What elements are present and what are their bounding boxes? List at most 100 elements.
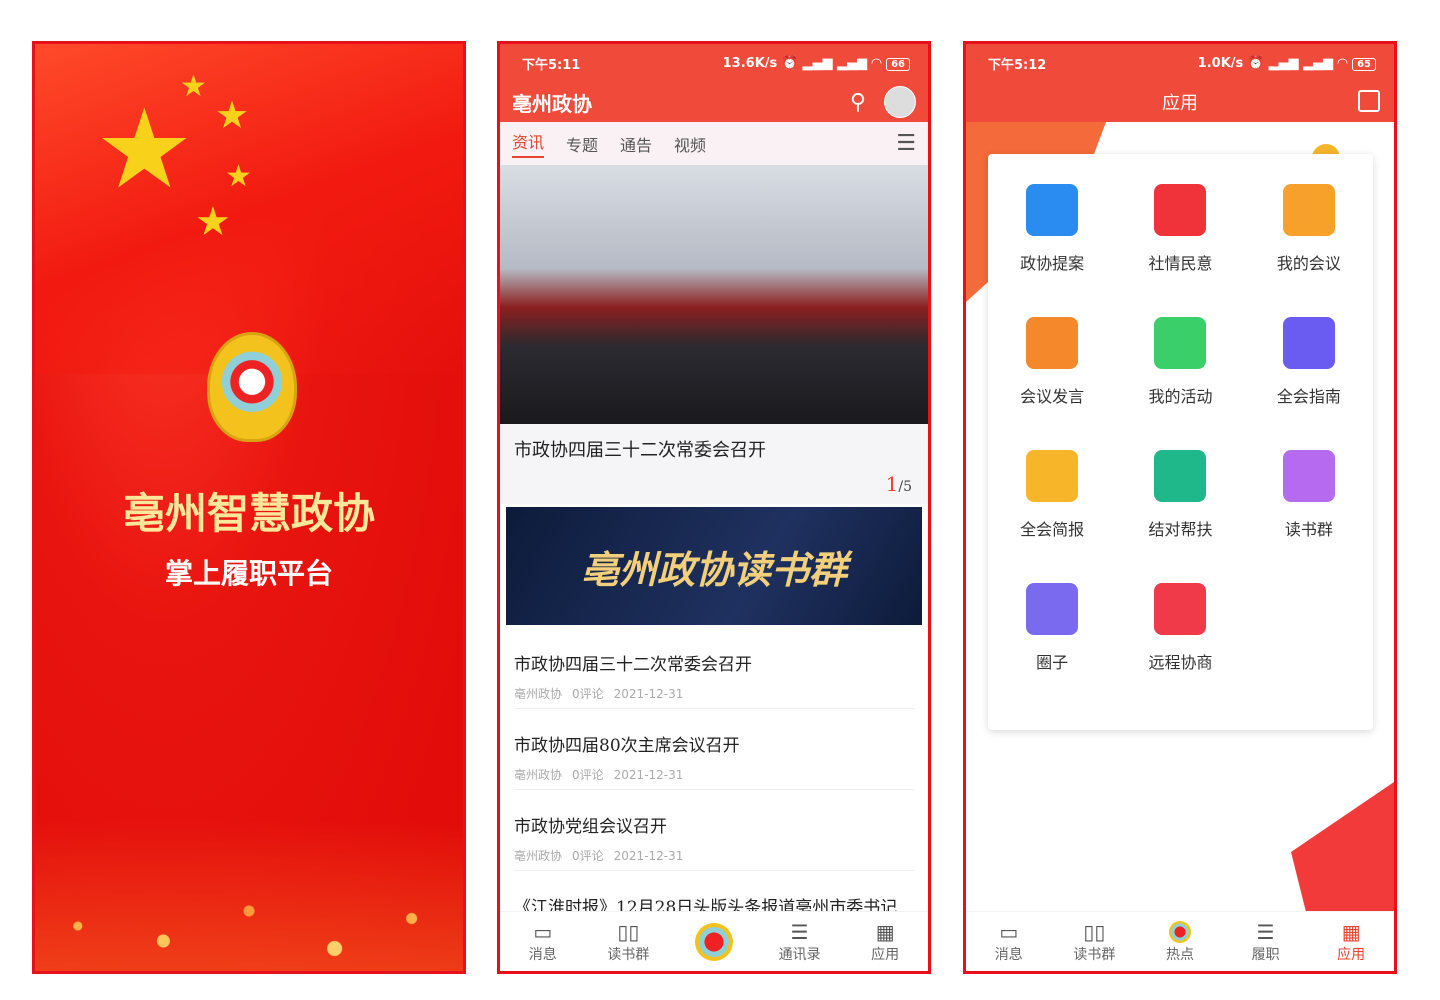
- app-logo: 亳州政协: [512, 91, 592, 116]
- star-icon: ★: [225, 159, 252, 194]
- nav-contacts[interactable]: ☰ 通讯录: [770, 920, 830, 964]
- status-time: 下午5:11: [522, 57, 581, 73]
- app-item[interactable]: 远程协商: [1116, 583, 1244, 716]
- star-icon: ★: [195, 199, 231, 245]
- app-icon: [1282, 317, 1335, 369]
- menu-icon[interactable]: ☰: [896, 131, 916, 156]
- nav-apps[interactable]: ▦ 应用: [1321, 920, 1381, 964]
- splash-screen: ★ ★ ★ ★ ★ 亳州智慧政协 掌上履职平台: [32, 41, 466, 974]
- nav-hot[interactable]: 热点: [1150, 920, 1210, 964]
- nav-messages[interactable]: ▭ 消息: [513, 920, 573, 964]
- bottom-nav: ▭ 消息 ▯▯ 读书群 ☰ 通讯录 ▦ 应用: [500, 911, 928, 971]
- nav-home[interactable]: [684, 922, 744, 961]
- category-tabs: 资讯 专题 通告 视频 ☰: [500, 122, 928, 165]
- wifi-icon: ◠: [1337, 55, 1348, 71]
- app-icon: [1154, 184, 1207, 236]
- nav-messages[interactable]: ▭ 消息: [979, 920, 1039, 964]
- app-subtitle: 掌上履职平台: [164, 557, 333, 590]
- app-icon: [1026, 583, 1079, 635]
- app-item[interactable]: 全会简报: [988, 450, 1116, 583]
- carousel-title: 市政协四届三十二次常委会召开: [514, 440, 766, 461]
- search-icon[interactable]: ⚲: [850, 90, 866, 115]
- app-item[interactable]: 全会指南: [1245, 317, 1373, 450]
- status-bar: 下午5:12 1.0K/s ⏰ ▂▄▆ ▂▄▆ ◠ 65: [966, 44, 1394, 82]
- duty-icon: ☰: [1256, 919, 1275, 944]
- news-screen: 下午5:11 13.6K/s ⏰ ▂▄▆ ▂▄▆ ◠ 66 亳州政协 ⚲ 资讯 …: [497, 41, 931, 974]
- apps-icon: ▦: [1341, 919, 1361, 944]
- book-icon: ▯▯: [1083, 919, 1106, 944]
- nav-duty[interactable]: ☰ 履职: [1236, 920, 1296, 964]
- app-label: 社情民意: [1148, 254, 1213, 273]
- app-item[interactable]: 圈子: [988, 583, 1116, 716]
- list-item[interactable]: 市政协四届三十二次常委会召开 亳州政协 0评论 2021-12-31: [514, 628, 914, 709]
- battery-icon: 65: [1352, 57, 1376, 71]
- app-item[interactable]: 读书群: [1245, 450, 1373, 583]
- network-speed: 1.0K/s: [1197, 55, 1244, 71]
- apps-screen: 下午5:12 1.0K/s ⏰ ▂▄▆ ▂▄▆ ◠ 65 应用 政协提案 社情民意…: [963, 41, 1397, 974]
- battery-icon: 66: [886, 57, 910, 71]
- app-icon: [1154, 583, 1207, 635]
- nav-reading-group[interactable]: ▯▯ 读书群: [598, 920, 658, 964]
- list-item[interactable]: 市政协四届80次主席会议召开 亳州政协 0评论 2021-12-31: [514, 709, 914, 790]
- app-label: 我的会议: [1276, 254, 1341, 273]
- app-label: 远程协商: [1148, 653, 1213, 672]
- bokeh-decoration: [35, 821, 463, 971]
- app-item[interactable]: 会议发言: [988, 317, 1116, 450]
- app-label: 会议发言: [1020, 387, 1085, 406]
- nav-reading-group[interactable]: ▯▯ 读书群: [1064, 920, 1124, 964]
- app-item[interactable]: 政协提案: [988, 184, 1116, 317]
- carousel-pager: 1/5: [885, 472, 912, 496]
- network-speed: 13.6K/s: [722, 55, 778, 71]
- tab-notices[interactable]: 通告: [620, 132, 652, 156]
- message-icon: ▭: [533, 919, 553, 944]
- tab-topics[interactable]: 专题: [566, 132, 598, 156]
- news-list: 市政协四届三十二次常委会召开 亳州政协 0评论 2021-12-31 市政协四届80次…: [500, 628, 928, 952]
- app-label: 结对帮扶: [1148, 520, 1213, 539]
- tab-videos[interactable]: 视频: [674, 132, 706, 156]
- app-item[interactable]: 我的会议: [1245, 184, 1373, 317]
- apps-icon: ▦: [875, 919, 895, 944]
- app-item[interactable]: 我的活动: [1116, 317, 1244, 450]
- page-title: 应用: [1162, 93, 1198, 114]
- wifi-icon: ◠: [871, 55, 882, 71]
- app-item[interactable]: 结对帮扶: [1116, 450, 1244, 583]
- app-title: 亳州智慧政协: [122, 489, 375, 538]
- star-icon: ★: [180, 69, 207, 104]
- message-icon: ▭: [999, 919, 1019, 944]
- status-time: 下午5:12: [988, 57, 1047, 73]
- app-label: 我的活动: [1148, 387, 1213, 406]
- app-icon: [1026, 317, 1079, 369]
- tab-news[interactable]: 资讯: [512, 129, 545, 158]
- star-icon: ★: [215, 93, 250, 137]
- app-icon: [1026, 184, 1079, 236]
- contacts-icon: ☰: [790, 919, 809, 944]
- avatar[interactable]: [884, 86, 916, 118]
- app-icon: [1154, 317, 1207, 369]
- app-label: 圈子: [1036, 653, 1069, 672]
- app-label: 读书群: [1284, 520, 1333, 539]
- reading-group-banner[interactable]: 亳州政协读书群: [506, 507, 922, 625]
- carousel-caption[interactable]: 市政协四届三十二次常委会召开 1/5: [500, 424, 928, 504]
- book-icon: ▯▯: [617, 919, 640, 944]
- list-item[interactable]: 市政协党组会议召开 亳州政协 0评论 2021-12-31: [514, 790, 914, 871]
- app-label: 全会指南: [1276, 387, 1341, 406]
- app-icon: [1026, 450, 1079, 502]
- bottom-nav: ▭ 消息 ▯▯ 读书群 热点 ☰ 履职 ▦ 应用: [966, 911, 1394, 971]
- carousel-image[interactable]: [500, 165, 928, 424]
- nav-apps[interactable]: ▦ 应用: [855, 920, 915, 964]
- app-icon: [1282, 450, 1335, 502]
- app-item[interactable]: 社情民意: [1116, 184, 1244, 317]
- app-label: 全会简报: [1020, 520, 1085, 539]
- app-icon: [1154, 450, 1207, 502]
- emblem-icon: [1168, 920, 1191, 943]
- header: 亳州政协 ⚲: [500, 82, 928, 122]
- app-icon: [1282, 184, 1335, 236]
- apps-grid: 政协提案 社情民意 我的会议会议发言 我的活动 全会指南全会简报 结对帮扶 读书群圈子 远程协…: [988, 154, 1373, 730]
- scan-icon[interactable]: [1358, 90, 1380, 112]
- app-label: 政协提案: [1020, 254, 1085, 273]
- status-bar: 下午5:11 13.6K/s ⏰ ▂▄▆ ▂▄▆ ◠ 66: [500, 44, 928, 82]
- star-icon: ★: [95, 85, 194, 213]
- cppcc-emblem: [207, 332, 297, 442]
- header: 应用: [966, 82, 1394, 122]
- emblem-icon: [694, 922, 733, 961]
